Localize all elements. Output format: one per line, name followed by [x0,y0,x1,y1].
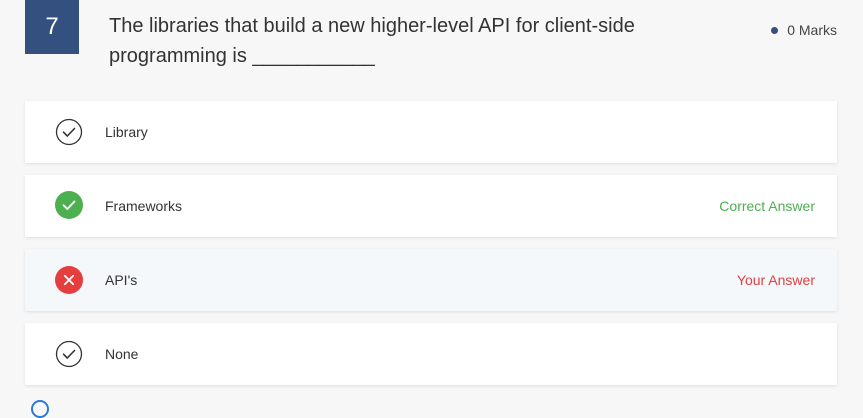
option-label: Frameworks [105,198,183,214]
option-library[interactable]: Library [25,101,837,163]
check-circle-outline-icon [55,340,83,368]
option-apis[interactable]: API's Your Answer [25,249,837,311]
your-answer-tag: Your Answer [736,272,815,288]
question-number: 7 [25,0,79,54]
option-label: None [105,346,139,362]
marks-dot-icon [771,26,779,34]
marks-label: 0 Marks [787,22,837,38]
question-text: The libraries that build a new higher-le… [109,15,635,67]
correct-answer-tag: Correct Answer [719,198,815,214]
check-circle-filled-icon [55,191,83,219]
info-circle-icon [31,400,49,418]
check-circle-outline-icon [55,118,83,146]
option-label: API's [105,272,138,288]
option-frameworks[interactable]: Frameworks Correct Answer [25,175,837,237]
marks-indicator: 0 Marks [771,22,837,38]
option-none[interactable]: None [25,323,837,385]
option-label: Library [105,124,148,140]
x-circle-filled-icon [55,266,83,294]
